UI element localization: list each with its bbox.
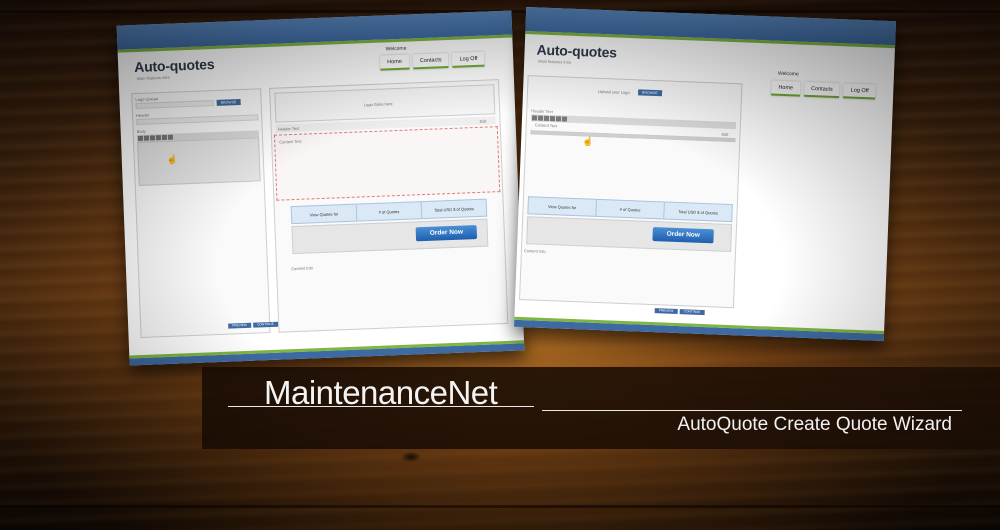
app-logo: Auto-quotes bbox=[133, 55, 215, 76]
top-nav: Home Contacts Log Off bbox=[379, 51, 485, 71]
underline-icon[interactable] bbox=[543, 115, 550, 121]
logo-subtitle: Main features intro bbox=[538, 58, 572, 65]
col-total-usd: Total USD $ of Quotes bbox=[433, 205, 474, 213]
header-field[interactable] bbox=[136, 114, 259, 126]
logo-subtitle: Main features intro bbox=[136, 74, 170, 81]
top-nav: Home Contacts Log Off bbox=[771, 80, 876, 100]
bold-icon[interactable] bbox=[531, 115, 538, 121]
app-logo: Auto-quotes bbox=[536, 41, 618, 61]
list-icon[interactable] bbox=[555, 116, 562, 122]
banner-subtitle: AutoQuote Create Quote Wizard bbox=[677, 414, 952, 435]
list-icon[interactable] bbox=[161, 134, 168, 141]
image-icon[interactable] bbox=[155, 135, 162, 141]
order-now-button[interactable]: Order Now bbox=[652, 227, 715, 244]
col-total-usd: Total USD $ of Quotes bbox=[678, 208, 719, 216]
welcome-text: Welcome bbox=[385, 45, 407, 53]
preview-button[interactable]: PREVIEW bbox=[228, 322, 252, 329]
browse-button[interactable]: BROWSE bbox=[216, 99, 241, 106]
image-icon[interactable] bbox=[549, 116, 556, 122]
title-banner: MaintenanceNet AutoQuote Create Quote Wi… bbox=[202, 367, 1000, 449]
preview-button[interactable]: PREVIEW bbox=[654, 308, 678, 315]
wizard-screen-preview: Auto-quotes Main features intro Welcome … bbox=[513, 7, 897, 341]
align-icon[interactable] bbox=[167, 134, 174, 140]
continue-button[interactable]: CONTINUE bbox=[679, 309, 705, 316]
col-view-quotes: View Quotes for bbox=[528, 197, 597, 216]
preview-panel: Upload your Logo BROWSE Header Text Edit… bbox=[519, 75, 743, 309]
footer-bar bbox=[513, 319, 884, 341]
align-icon[interactable] bbox=[561, 116, 568, 122]
welcome-text: Welcome bbox=[777, 70, 799, 78]
body-field-label: Body bbox=[136, 128, 146, 135]
header-edit-link[interactable]: Edit bbox=[721, 132, 728, 137]
header-edit-link[interactable]: Edit bbox=[479, 119, 486, 124]
wood-plank-seam bbox=[0, 505, 1000, 508]
banner-divider bbox=[228, 406, 534, 407]
hand-cursor-icon: ☝ bbox=[581, 136, 594, 147]
wizard-screen-editor: Auto-quotes Main features intro Welcome … bbox=[116, 10, 525, 366]
italic-icon[interactable] bbox=[143, 135, 150, 141]
order-now-button[interactable]: Order Now bbox=[415, 225, 478, 242]
continue-button[interactable]: CONTINUE bbox=[253, 321, 278, 328]
body-editor[interactable] bbox=[137, 137, 261, 186]
content-drop-zone[interactable]: Content Text bbox=[273, 126, 501, 201]
logo-upload-label: Logo Upload bbox=[135, 96, 159, 103]
content-text: Content Text bbox=[534, 122, 558, 129]
col-view-quotes: View Quotes for bbox=[291, 204, 358, 224]
underline-icon[interactable] bbox=[149, 135, 156, 141]
banner-divider bbox=[542, 410, 962, 411]
header-bar bbox=[116, 10, 513, 50]
header-field-label: Header bbox=[135, 112, 150, 119]
content-info-text: Content Info bbox=[523, 248, 546, 254]
nav-home[interactable]: Home bbox=[771, 80, 801, 97]
nav-contacts[interactable]: Contacts bbox=[412, 52, 449, 70]
hand-cursor-icon: ☝ bbox=[166, 154, 179, 165]
editor-toolbar bbox=[530, 114, 737, 130]
content-info-text: Content Info bbox=[290, 265, 313, 272]
content-text: Content Text bbox=[279, 138, 302, 145]
browse-button[interactable]: BROWSE bbox=[637, 89, 662, 97]
header-text: Header Text bbox=[531, 108, 553, 115]
col-num-quotes: # of Quotes bbox=[356, 202, 423, 221]
italic-icon[interactable] bbox=[537, 115, 544, 121]
upload-logo-label: Upload your Logo bbox=[597, 88, 630, 96]
nav-contacts[interactable]: Contacts bbox=[803, 81, 840, 99]
content-divider bbox=[530, 130, 736, 143]
col-num-quotes: # of Quotes bbox=[596, 199, 665, 219]
wood-knot bbox=[402, 452, 420, 462]
nav-log-off[interactable]: Log Off bbox=[843, 83, 876, 100]
nav-log-off[interactable]: Log Off bbox=[452, 51, 485, 68]
bold-icon[interactable] bbox=[137, 135, 144, 141]
sidebar-panel: Logo Upload BROWSE Header Body ☝ bbox=[131, 88, 271, 339]
preview-panel: Logo Goes here Header Text Edit Content … bbox=[269, 79, 509, 333]
footer-bar bbox=[129, 343, 525, 366]
nav-home[interactable]: Home bbox=[379, 54, 410, 71]
logo-placeholder-text: Logo Goes here bbox=[363, 101, 393, 108]
header-text: Header Text bbox=[277, 125, 300, 132]
